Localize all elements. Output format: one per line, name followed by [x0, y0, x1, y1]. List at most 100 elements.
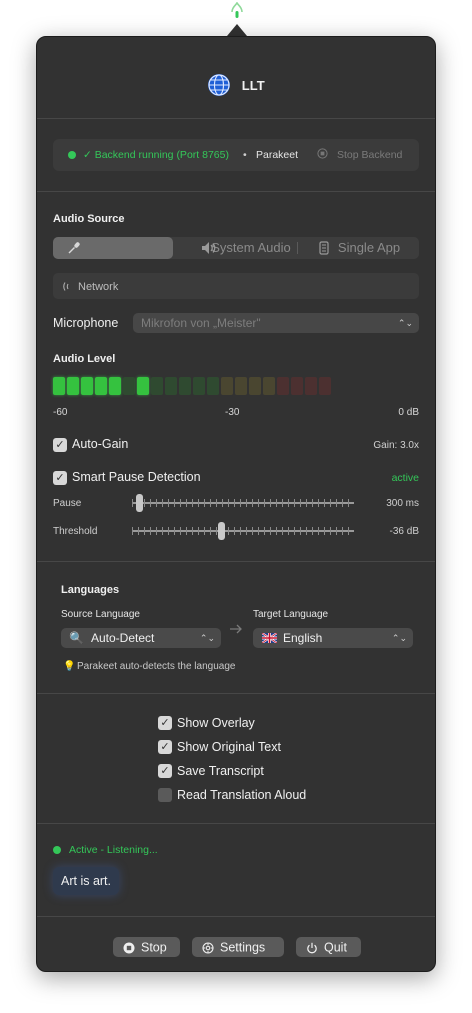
- save-transcript-label: Save Transcript: [177, 764, 264, 778]
- microphone-label: Microphone: [53, 316, 119, 330]
- auto-gain-label: Auto-Gain: [72, 437, 129, 451]
- backend-status-box: ✓ Backend running (Port 8765) • Parakeet…: [53, 139, 419, 171]
- stop-button[interactable]: Stop: [113, 937, 180, 957]
- transcript-bubble: Art is art.: [53, 867, 120, 895]
- target-language-value: English: [283, 631, 323, 645]
- chevron-updown-icon: ⌃⌄: [199, 633, 215, 643]
- level-segment: [109, 377, 121, 395]
- level-segment: [207, 377, 219, 395]
- popover-arrow: [227, 24, 247, 36]
- level-segment: [277, 377, 289, 395]
- network-waves-icon: [63, 282, 69, 291]
- magnifier-icon: 🔍: [69, 631, 84, 645]
- microphone-value: Mikrofon von „Meister": [141, 316, 261, 330]
- level-segment: [291, 377, 303, 395]
- settings-button[interactable]: Settings: [192, 937, 284, 957]
- level-segment: [305, 377, 317, 395]
- smart-pause-checkbox[interactable]: ✓: [53, 471, 67, 485]
- show-overlay-checkbox[interactable]: ✓: [158, 716, 172, 730]
- gain-value: Gain: 3.0x: [373, 440, 419, 451]
- activity-status: Active - Listening...: [69, 844, 158, 856]
- segment-label: System Audio: [211, 240, 291, 255]
- languages-title: Languages: [61, 584, 120, 596]
- settings-label: Settings: [220, 940, 266, 955]
- backend-status-text: ✓ Backend running (Port 8765): [83, 149, 229, 161]
- read-translation-aloud-label: Read Translation Aloud: [177, 788, 307, 802]
- level-segment: [221, 377, 233, 395]
- read-translation-aloud-checkbox[interactable]: [158, 788, 172, 802]
- segment-microphone[interactable]: [53, 237, 173, 259]
- segment-system-audio[interactable]: System Audio: [175, 237, 295, 259]
- chevron-updown-icon: ⌃⌄: [391, 633, 407, 643]
- menubar-app-icon[interactable]: [229, 2, 245, 20]
- level-segment: [123, 377, 135, 395]
- segment-single-app[interactable]: Single App: [299, 237, 419, 259]
- auto-gain-checkbox[interactable]: ✓: [53, 438, 67, 452]
- stop-backend-button[interactable]: Stop Backend: [317, 145, 409, 165]
- source-language-label: Source Language: [61, 609, 140, 620]
- level-segment: [319, 377, 331, 395]
- level-scale-min: -60: [53, 407, 68, 418]
- lightbulb-icon: 💡: [63, 661, 76, 672]
- engine-name: Parakeet: [256, 149, 299, 161]
- show-original-text-checkbox[interactable]: ✓: [158, 740, 172, 754]
- pause-value: 300 ms: [386, 498, 419, 509]
- level-scale-mid: -30: [225, 407, 240, 418]
- target-language-select[interactable]: English ⌃⌄: [253, 628, 413, 648]
- divider: [37, 693, 435, 694]
- app-title: LLT: [241, 77, 265, 93]
- microphone-icon: [68, 242, 80, 254]
- pause-slider-thumb[interactable]: [136, 494, 144, 512]
- stop-label: Stop: [141, 940, 167, 955]
- level-scale-max: 0 dB: [398, 407, 419, 418]
- segment-label: Single App: [337, 240, 401, 255]
- threshold-slider-thumb[interactable]: [218, 522, 225, 540]
- app-window-icon: [319, 241, 329, 255]
- level-segment: [151, 377, 163, 395]
- show-overlay-label: Show Overlay: [177, 716, 255, 730]
- quit-label: Quit: [324, 940, 347, 955]
- activity-status-dot: [53, 846, 61, 854]
- level-segment: [179, 377, 191, 395]
- audio-source-segmented-control: System Audio Single App: [53, 237, 419, 259]
- source-language-select[interactable]: 🔍 Auto-Detect ⌃⌄: [61, 628, 221, 648]
- divider: [37, 561, 435, 562]
- level-segment: [235, 377, 247, 395]
- audio-level-title: Audio Level: [53, 353, 116, 365]
- chevron-updown-icon: ⌃⌄: [397, 318, 413, 328]
- divider: [37, 118, 435, 119]
- divider: [37, 191, 435, 192]
- quit-button[interactable]: Quit: [296, 937, 361, 957]
- stop-circle-icon: [123, 942, 135, 954]
- threshold-slider[interactable]: [132, 521, 354, 541]
- target-language-label: Target Language: [253, 609, 329, 620]
- level-segment: [95, 377, 107, 395]
- stop-backend-label: Stop Backend: [337, 149, 403, 161]
- globe-icon: [208, 74, 231, 96]
- segment-separator: [297, 242, 298, 254]
- slider-ticks: [132, 527, 354, 535]
- level-segment: [165, 377, 177, 395]
- divider: [37, 916, 435, 917]
- language-hint: Parakeet auto-detects the language: [77, 661, 236, 672]
- smart-pause-status: active: [391, 472, 419, 484]
- level-segment: [193, 377, 205, 395]
- threshold-label: Threshold: [53, 526, 98, 537]
- audio-source-title: Audio Source: [53, 213, 125, 225]
- pause-slider[interactable]: [132, 493, 354, 513]
- status-separator: •: [243, 149, 247, 161]
- save-transcript-checkbox[interactable]: ✓: [158, 764, 172, 778]
- divider: [37, 823, 435, 824]
- level-segment: [137, 377, 149, 395]
- power-icon: [307, 942, 317, 954]
- level-segment: [53, 377, 65, 395]
- pause-label: Pause: [53, 498, 82, 509]
- status-dot: [68, 151, 76, 159]
- gear-icon: [202, 942, 214, 954]
- level-segment: [263, 377, 275, 395]
- show-original-text-label: Show Original Text: [177, 740, 281, 754]
- network-option[interactable]: Network: [53, 273, 419, 299]
- microphone-select[interactable]: Mikrofon von „Meister" ⌃⌄: [133, 313, 419, 333]
- level-segment: [67, 377, 79, 395]
- source-language-value: Auto-Detect: [91, 631, 155, 645]
